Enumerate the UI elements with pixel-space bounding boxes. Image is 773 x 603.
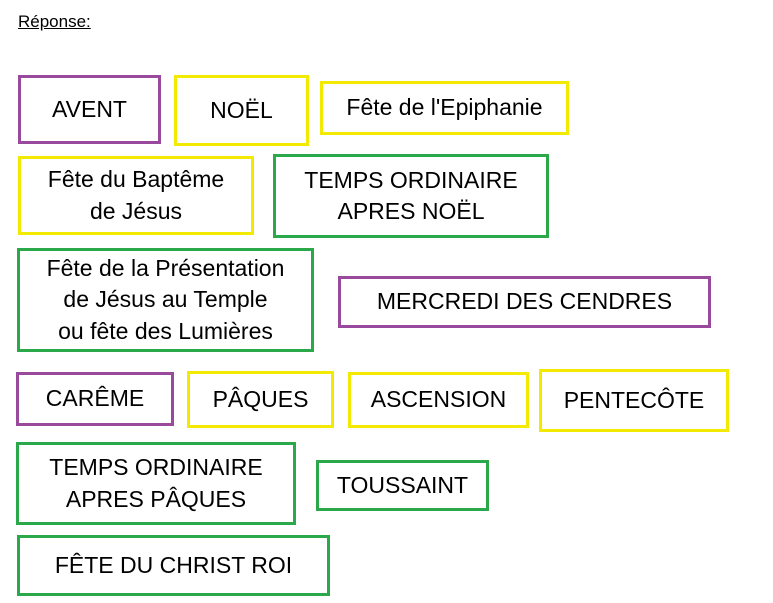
card-fete-bapteme[interactable]: Fête du Baptême de Jésus [18,156,254,235]
card-temps-ordinaire-paques[interactable]: TEMPS ORDINAIRE APRES PÂQUES [16,442,296,525]
card-ascension[interactable]: ASCENSION [348,372,529,428]
page-heading: Réponse: [18,12,91,31]
card-temps-ordinaire-noel[interactable]: TEMPS ORDINAIRE APRES NOËL [273,154,549,238]
card-paques[interactable]: PÂQUES [187,371,334,428]
card-fete-presentation[interactable]: Fête de la Présentation de Jésus au Temp… [17,248,314,352]
card-mercredi-cendres[interactable]: MERCREDI DES CENDRES [338,276,711,328]
card-careme[interactable]: CARÊME [16,372,174,426]
card-noel[interactable]: NOËL [174,75,309,146]
card-avent[interactable]: AVENT [18,75,161,144]
card-fete-epiphanie[interactable]: Fête de l'Epiphanie [320,81,569,135]
card-fete-christ-roi[interactable]: FÊTE DU CHRIST ROI [17,535,330,596]
card-pentecote[interactable]: PENTECÔTE [539,369,729,432]
card-toussaint[interactable]: TOUSSAINT [316,460,489,511]
